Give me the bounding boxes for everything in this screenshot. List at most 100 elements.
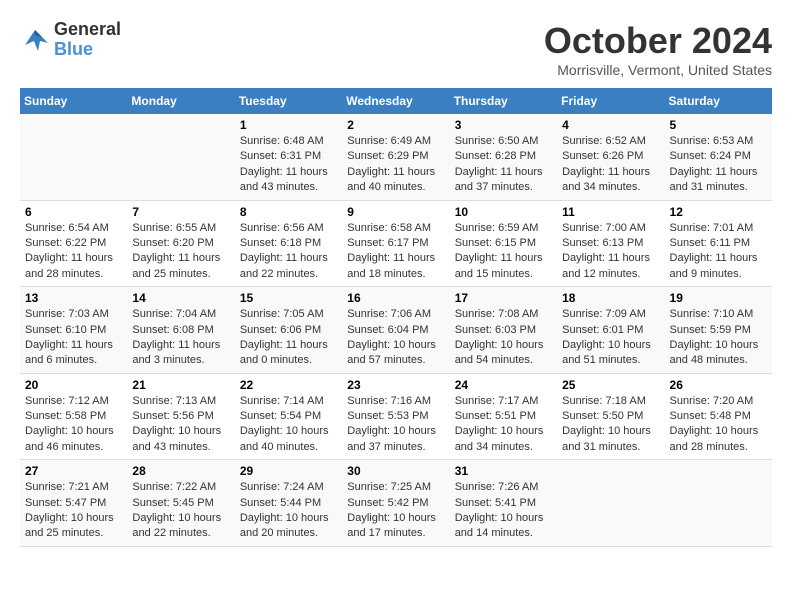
day-number: 31: [455, 464, 552, 478]
calendar-week-row: 20 Sunrise: 7:12 AMSunset: 5:58 PMDayligh…: [20, 373, 772, 460]
day-info: Sunrise: 7:01 AMSunset: 6:11 PMDaylight:…: [670, 221, 767, 283]
calendar-cell: 12Sunrise: 7:01 AMSunset: 6:11 PMDayligh…: [665, 200, 772, 287]
day-number: 19: [670, 291, 767, 305]
day-info: Sunrise: 7:05 AMSunset: 6:06 PMDaylight:…: [240, 307, 337, 369]
calendar-cell: 3 Sunrise: 6:50 AMSunset: 6:28 PMDaylight…: [450, 114, 557, 200]
logo-icon: [20, 25, 50, 55]
calendar-cell: [665, 460, 772, 547]
calendar-cell: 17 Sunrise: 7:08 AMSunset: 6:03 PMDayligh…: [450, 287, 557, 374]
page-header: General Blue October 2024 Morrisville, V…: [20, 20, 772, 78]
calendar-week-row: 27 Sunrise: 7:21 AMSunset: 5:47 PMDayligh…: [20, 460, 772, 547]
day-info: Sunrise: 6:58 AMSunset: 6:17 PMDaylight:…: [347, 221, 444, 283]
calendar-cell: 23Sunrise: 7:16 AMSunset: 5:53 PMDayligh…: [342, 373, 449, 460]
day-info: Sunrise: 7:13 AMSunset: 5:56 PMDaylight:…: [132, 394, 229, 456]
calendar-cell: 15 Sunrise: 7:05 AMSunset: 6:06 PMDayligh…: [235, 287, 342, 374]
day-number: 22: [240, 378, 337, 392]
day-info: Sunrise: 7:21 AMSunset: 5:47 PMDaylight:…: [25, 480, 122, 542]
calendar-cell: 5 Sunrise: 6:53 AMSunset: 6:24 PMDaylight…: [665, 114, 772, 200]
calendar-week-row: 6 Sunrise: 6:54 AMSunset: 6:22 PMDaylight…: [20, 200, 772, 287]
day-info: Sunrise: 6:56 AMSunset: 6:18 PMDaylight:…: [240, 221, 337, 283]
weekday-header: Thursday: [450, 88, 557, 114]
day-number: 29: [240, 464, 337, 478]
day-number: 27: [25, 464, 122, 478]
day-info: Sunrise: 7:04 AMSunset: 6:08 PMDaylight:…: [132, 307, 229, 369]
calendar-cell: [127, 114, 234, 200]
day-number: 1: [240, 118, 337, 132]
day-info: Sunrise: 7:08 AMSunset: 6:03 PMDaylight:…: [455, 307, 552, 369]
calendar-cell: 19Sunrise: 7:10 AMSunset: 5:59 PMDayligh…: [665, 287, 772, 374]
day-info: Sunrise: 6:48 AMSunset: 6:31 PMDaylight:…: [240, 134, 337, 196]
logo: General Blue: [20, 20, 121, 60]
logo-text: General Blue: [54, 20, 121, 60]
day-number: 24: [455, 378, 552, 392]
day-number: 9: [347, 205, 444, 219]
day-info: Sunrise: 7:24 AMSunset: 5:44 PMDaylight:…: [240, 480, 337, 542]
weekday-header: Sunday: [20, 88, 127, 114]
day-info: Sunrise: 7:26 AMSunset: 5:41 PMDaylight:…: [455, 480, 552, 542]
day-number: 8: [240, 205, 337, 219]
day-info: Sunrise: 7:18 AMSunset: 5:50 PMDaylight:…: [562, 394, 659, 456]
title-block: October 2024 Morrisville, Vermont, Unite…: [544, 20, 772, 78]
calendar-cell: 16 Sunrise: 7:06 AMSunset: 6:04 PMDayligh…: [342, 287, 449, 374]
day-info: Sunrise: 7:14 AMSunset: 5:54 PMDaylight:…: [240, 394, 337, 456]
calendar-cell: 10 Sunrise: 6:59 AMSunset: 6:15 PMDayligh…: [450, 200, 557, 287]
calendar-cell: [557, 460, 664, 547]
day-info: Sunrise: 7:06 AMSunset: 6:04 PMDaylight:…: [347, 307, 444, 369]
day-number: 17: [455, 291, 552, 305]
calendar-cell: 9 Sunrise: 6:58 AMSunset: 6:17 PMDaylight…: [342, 200, 449, 287]
calendar-week-row: 1 Sunrise: 6:48 AMSunset: 6:31 PMDaylight…: [20, 114, 772, 200]
day-info: Sunrise: 6:53 AMSunset: 6:24 PMDaylight:…: [670, 134, 767, 196]
calendar-cell: 22 Sunrise: 7:14 AMSunset: 5:54 PMDayligh…: [235, 373, 342, 460]
month-title: October 2024: [544, 20, 772, 62]
calendar-cell: 31 Sunrise: 7:26 AMSunset: 5:41 PMDayligh…: [450, 460, 557, 547]
day-info: Sunrise: 7:17 AMSunset: 5:51 PMDaylight:…: [455, 394, 552, 456]
day-number: 5: [670, 118, 767, 132]
day-info: Sunrise: 7:25 AMSunset: 5:42 PMDaylight:…: [347, 480, 444, 542]
day-info: Sunrise: 7:00 AMSunset: 6:13 PMDaylight:…: [562, 221, 659, 283]
day-info: Sunrise: 7:12 AMSunset: 5:58 PMDaylight:…: [25, 394, 122, 456]
day-info: Sunrise: 6:54 AMSunset: 6:22 PMDaylight:…: [25, 221, 122, 283]
day-number: 16: [347, 291, 444, 305]
day-info: Sunrise: 7:20 AMSunset: 5:48 PMDaylight:…: [670, 394, 767, 456]
day-number: 30: [347, 464, 444, 478]
day-info: Sunrise: 6:49 AMSunset: 6:29 PMDaylight:…: [347, 134, 444, 196]
calendar-table: SundayMondayTuesdayWednesdayThursdayFrid…: [20, 88, 772, 547]
day-number: 7: [132, 205, 229, 219]
day-number: 20: [25, 378, 122, 392]
day-number: 23: [347, 378, 444, 392]
day-info: Sunrise: 6:52 AMSunset: 6:26 PMDaylight:…: [562, 134, 659, 196]
day-info: Sunrise: 6:59 AMSunset: 6:15 PMDaylight:…: [455, 221, 552, 283]
calendar-cell: 7Sunrise: 6:55 AMSunset: 6:20 PMDaylight…: [127, 200, 234, 287]
calendar-cell: 8 Sunrise: 6:56 AMSunset: 6:18 PMDaylight…: [235, 200, 342, 287]
day-info: Sunrise: 7:22 AMSunset: 5:45 PMDaylight:…: [132, 480, 229, 542]
calendar-cell: 13Sunrise: 7:03 AMSunset: 6:10 PMDayligh…: [20, 287, 127, 374]
day-number: 26: [670, 378, 767, 392]
calendar-cell: 2Sunrise: 6:49 AMSunset: 6:29 PMDaylight…: [342, 114, 449, 200]
day-info: Sunrise: 6:50 AMSunset: 6:28 PMDaylight:…: [455, 134, 552, 196]
day-number: 4: [562, 118, 659, 132]
day-number: 14: [132, 291, 229, 305]
calendar-cell: 29 Sunrise: 7:24 AMSunset: 5:44 PMDayligh…: [235, 460, 342, 547]
day-number: 11: [562, 205, 659, 219]
calendar-cell: 4 Sunrise: 6:52 AMSunset: 6:26 PMDaylight…: [557, 114, 664, 200]
calendar-cell: 25 Sunrise: 7:18 AMSunset: 5:50 PMDayligh…: [557, 373, 664, 460]
day-info: Sunrise: 7:09 AMSunset: 6:01 PMDaylight:…: [562, 307, 659, 369]
calendar-cell: 27 Sunrise: 7:21 AMSunset: 5:47 PMDayligh…: [20, 460, 127, 547]
day-number: 3: [455, 118, 552, 132]
weekday-header: Friday: [557, 88, 664, 114]
calendar-cell: 20 Sunrise: 7:12 AMSunset: 5:58 PMDayligh…: [20, 373, 127, 460]
day-info: Sunrise: 7:03 AMSunset: 6:10 PMDaylight:…: [25, 307, 122, 369]
weekday-header-row: SundayMondayTuesdayWednesdayThursdayFrid…: [20, 88, 772, 114]
day-number: 21: [132, 378, 229, 392]
weekday-header: Wednesday: [342, 88, 449, 114]
calendar-cell: 30 Sunrise: 7:25 AMSunset: 5:42 PMDayligh…: [342, 460, 449, 547]
calendar-cell: 28Sunrise: 7:22 AMSunset: 5:45 PMDayligh…: [127, 460, 234, 547]
calendar-cell: 18 Sunrise: 7:09 AMSunset: 6:01 PMDayligh…: [557, 287, 664, 374]
day-number: 25: [562, 378, 659, 392]
day-number: 18: [562, 291, 659, 305]
weekday-header: Saturday: [665, 88, 772, 114]
day-number: 10: [455, 205, 552, 219]
location: Morrisville, Vermont, United States: [544, 62, 772, 78]
day-number: 6: [25, 205, 122, 219]
day-number: 15: [240, 291, 337, 305]
